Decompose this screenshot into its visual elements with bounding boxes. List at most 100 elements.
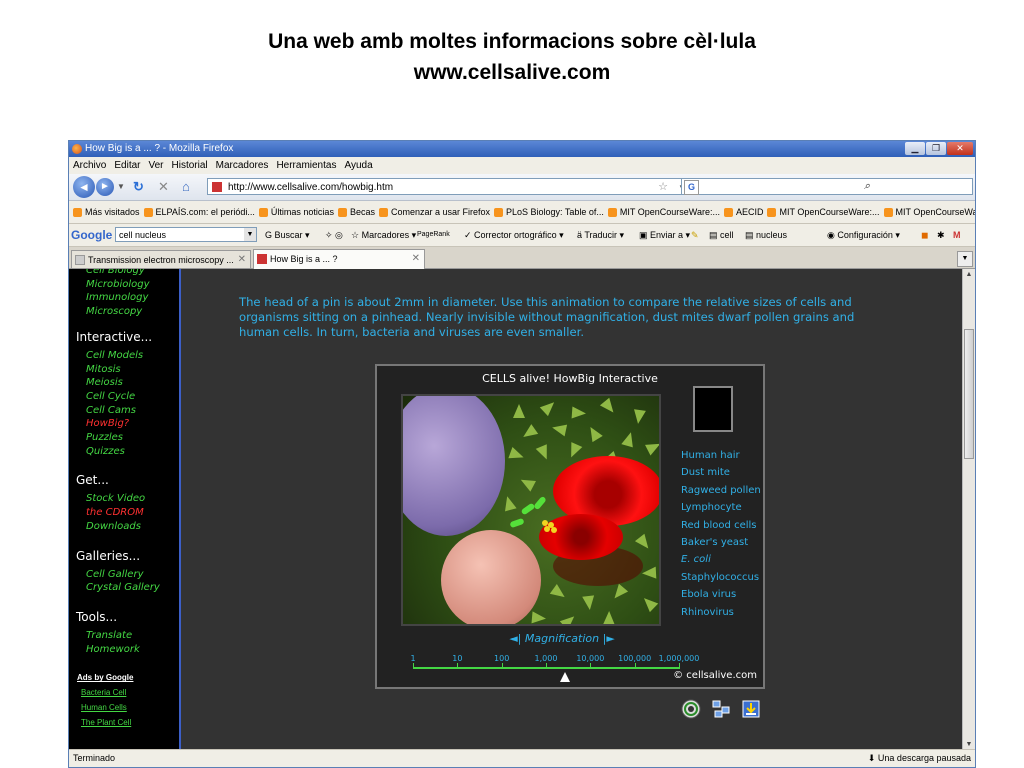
traducir-button[interactable]: ä Traducir ▾: [577, 224, 624, 246]
search-icon[interactable]: ⌕: [682, 179, 975, 193]
gmail-icon[interactable]: M: [953, 224, 961, 246]
pagerank-indicator[interactable]: PageRank: [417, 224, 450, 246]
vertical-scrollbar[interactable]: ▲ ▼: [962, 269, 975, 751]
term-nucleus-button[interactable]: ▤ nucleus: [745, 224, 787, 246]
sidebar-link-microscopy[interactable]: Microscopy: [86, 306, 142, 317]
sidebar-link-puzzles[interactable]: Puzzles: [86, 432, 123, 443]
scale-pointer[interactable]: [560, 672, 570, 682]
download-status[interactable]: ⬇ Una descarga pausada: [868, 750, 971, 767]
download-icon[interactable]: [741, 699, 761, 719]
sidebar-link-cell-models[interactable]: Cell Models: [86, 350, 143, 361]
term-cell-button[interactable]: ▤ cell: [709, 224, 734, 246]
sidebar-link-meiosis[interactable]: Meiosis: [86, 377, 123, 388]
size-item-ebola-virus[interactable]: Ebola virus: [681, 589, 736, 600]
sidebar-link-immunology[interactable]: Immunology: [86, 292, 148, 303]
size-item-red-blood-cells[interactable]: Red blood cells: [681, 520, 756, 531]
forward-button[interactable]: ►: [96, 178, 114, 196]
bookmark-item[interactable]: Más visitados: [73, 201, 140, 223]
sidebar-link-stock-video[interactable]: Stock Video: [86, 493, 145, 504]
sidebar-link-cell-cams[interactable]: Cell Cams: [86, 405, 136, 416]
tab-howbig[interactable]: How Big is a ... ? ✕: [253, 249, 425, 269]
howbig-interactive[interactable]: CELLS alive! HowBig Interactive Human ha…: [375, 364, 765, 689]
size-item-lymphocyte[interactable]: Lymphocyte: [681, 502, 742, 513]
scale-label[interactable]: 1: [410, 654, 415, 663]
magnification-scale[interactable]: [413, 663, 680, 669]
scroll-up-icon[interactable]: ▲: [963, 269, 975, 281]
size-item-human-hair[interactable]: Human hair: [681, 450, 740, 461]
size-item-e-coli[interactable]: E. coli: [681, 554, 711, 565]
blogger-icon[interactable]: ◼: [921, 224, 928, 246]
bookmark-item[interactable]: ELPAÍS.com: el periódi...: [143, 201, 255, 223]
menu-item-archivo[interactable]: Archivo: [73, 160, 106, 171]
google-search-field[interactable]: cell nucleus ▼: [115, 227, 257, 242]
cdrom-icon[interactable]: [681, 699, 701, 719]
chevron-down-icon[interactable]: ▼: [244, 228, 256, 241]
magnification-control[interactable]: ◄| Magnification |►: [377, 632, 747, 645]
sidebar-link-homework[interactable]: Homework: [86, 644, 140, 655]
menu-item-historial[interactable]: Historial: [172, 160, 208, 171]
stop-icon[interactable]: ✕: [158, 179, 169, 195]
menu-item-editar[interactable]: Editar: [114, 160, 140, 171]
mag-prev-button[interactable]: ◄|: [509, 632, 521, 645]
sidebar-link-downloads[interactable]: Downloads: [86, 521, 141, 532]
size-item-staphylococcus[interactable]: Staphylococcus: [681, 572, 759, 583]
network-icon[interactable]: [711, 699, 731, 719]
bookmark-item[interactable]: Últimas noticias: [258, 201, 334, 223]
window-titlebar[interactable]: How Big is a ... ? - Mozilla Firefox ▁ ❐ ✕: [69, 141, 975, 157]
close-tab-icon[interactable]: ✕: [412, 250, 420, 268]
size-item-dust-mite[interactable]: Dust mite: [681, 467, 730, 478]
history-dropdown-icon[interactable]: ▼: [117, 182, 125, 191]
scale-label[interactable]: 1,000: [535, 654, 558, 663]
google-logo[interactable]: Google: [71, 224, 112, 246]
sidebar-link-microbiology[interactable]: Microbiology: [86, 279, 150, 290]
sidebar-link-mitosis[interactable]: Mitosis: [86, 364, 121, 375]
ad-link[interactable]: Human Cells: [81, 703, 127, 712]
ad-link[interactable]: Bacteria Cell: [81, 688, 126, 697]
size-item-rhinovirus[interactable]: Rhinovirus: [681, 607, 734, 618]
menu-item-herramientas[interactable]: Herramientas: [276, 160, 336, 171]
size-item-ragweed-pollen[interactable]: Ragweed pollen: [681, 485, 761, 496]
tab-transmission[interactable]: Transmission electron microscopy ... ✕: [71, 250, 251, 268]
sidebar-link-cell-cycle[interactable]: Cell Cycle: [86, 391, 135, 402]
sidebar-link-the-cdrom[interactable]: the CDROM: [86, 507, 144, 518]
menu-item-ver[interactable]: Ver: [148, 160, 163, 171]
sidebar-link-quizzes[interactable]: Quizzes: [86, 446, 125, 457]
url-bar[interactable]: http://www.cellsalive.com/howbig.htm ☆ ▼: [207, 178, 691, 195]
scale-label[interactable]: 100: [494, 654, 509, 663]
sidebar-link-crystal-gallery[interactable]: Crystal Gallery: [86, 582, 160, 593]
ads-title[interactable]: Ads by Google: [77, 673, 133, 682]
marcadores-button[interactable]: ☆ Marcadores ▾: [351, 224, 416, 246]
minimize-button[interactable]: ▁: [905, 142, 925, 155]
bookmark-item[interactable]: MIT OpenCourseWare:...: [607, 201, 720, 223]
sidebar-link-howbig-[interactable]: HowBig?: [86, 418, 129, 429]
maximize-button[interactable]: ❐: [926, 142, 946, 155]
bookmark-item[interactable]: MIT OpenCourseWare:...: [767, 201, 880, 223]
close-tab-icon[interactable]: ✕: [238, 251, 246, 268]
tab-list-icon[interactable]: ▼: [957, 251, 973, 267]
bookmark-item[interactable]: MIT OpenCourseWare:...: [883, 201, 975, 223]
sidebar-link-cell-gallery[interactable]: Cell Gallery: [86, 569, 144, 580]
scale-label[interactable]: 1,000,000: [659, 654, 700, 663]
close-window-button[interactable]: ✕: [947, 142, 973, 155]
extension-icon[interactable]: ✱: [937, 224, 945, 246]
home-icon[interactable]: ⌂: [182, 179, 190, 194]
back-button[interactable]: ◄: [73, 176, 95, 198]
sidebar-link-translate[interactable]: Translate: [86, 630, 132, 641]
ad-link[interactable]: The Plant Cell: [81, 718, 131, 727]
toolbar-tools-icon[interactable]: ✧ ◎: [325, 224, 343, 246]
menu-item-marcadores[interactable]: Marcadores: [216, 160, 269, 171]
scale-label[interactable]: 10,000: [576, 654, 604, 663]
reload-icon[interactable]: ↻: [133, 179, 144, 195]
bookmark-item[interactable]: Comenzar a usar Firefox: [378, 201, 490, 223]
bookmark-item[interactable]: AECID: [723, 201, 763, 223]
size-item-baker-s-yeast[interactable]: Baker's yeast: [681, 537, 748, 548]
search-box[interactable]: G ⌕: [681, 178, 973, 195]
enviar-button[interactable]: ▣ Enviar a ▾: [639, 224, 690, 246]
buscar-button[interactable]: G Buscar ▾: [265, 224, 310, 246]
sidebar-link-cell-biology[interactable]: Cell Biology: [86, 269, 145, 276]
menu-item-ayuda[interactable]: Ayuda: [344, 160, 372, 171]
corrector-button[interactable]: ✓ Corrector ortográfico ▾: [464, 224, 564, 246]
highlight-icon[interactable]: ✎: [691, 224, 699, 246]
bookmark-star-icon[interactable]: ☆: [658, 179, 668, 196]
scale-label[interactable]: 10: [452, 654, 462, 663]
